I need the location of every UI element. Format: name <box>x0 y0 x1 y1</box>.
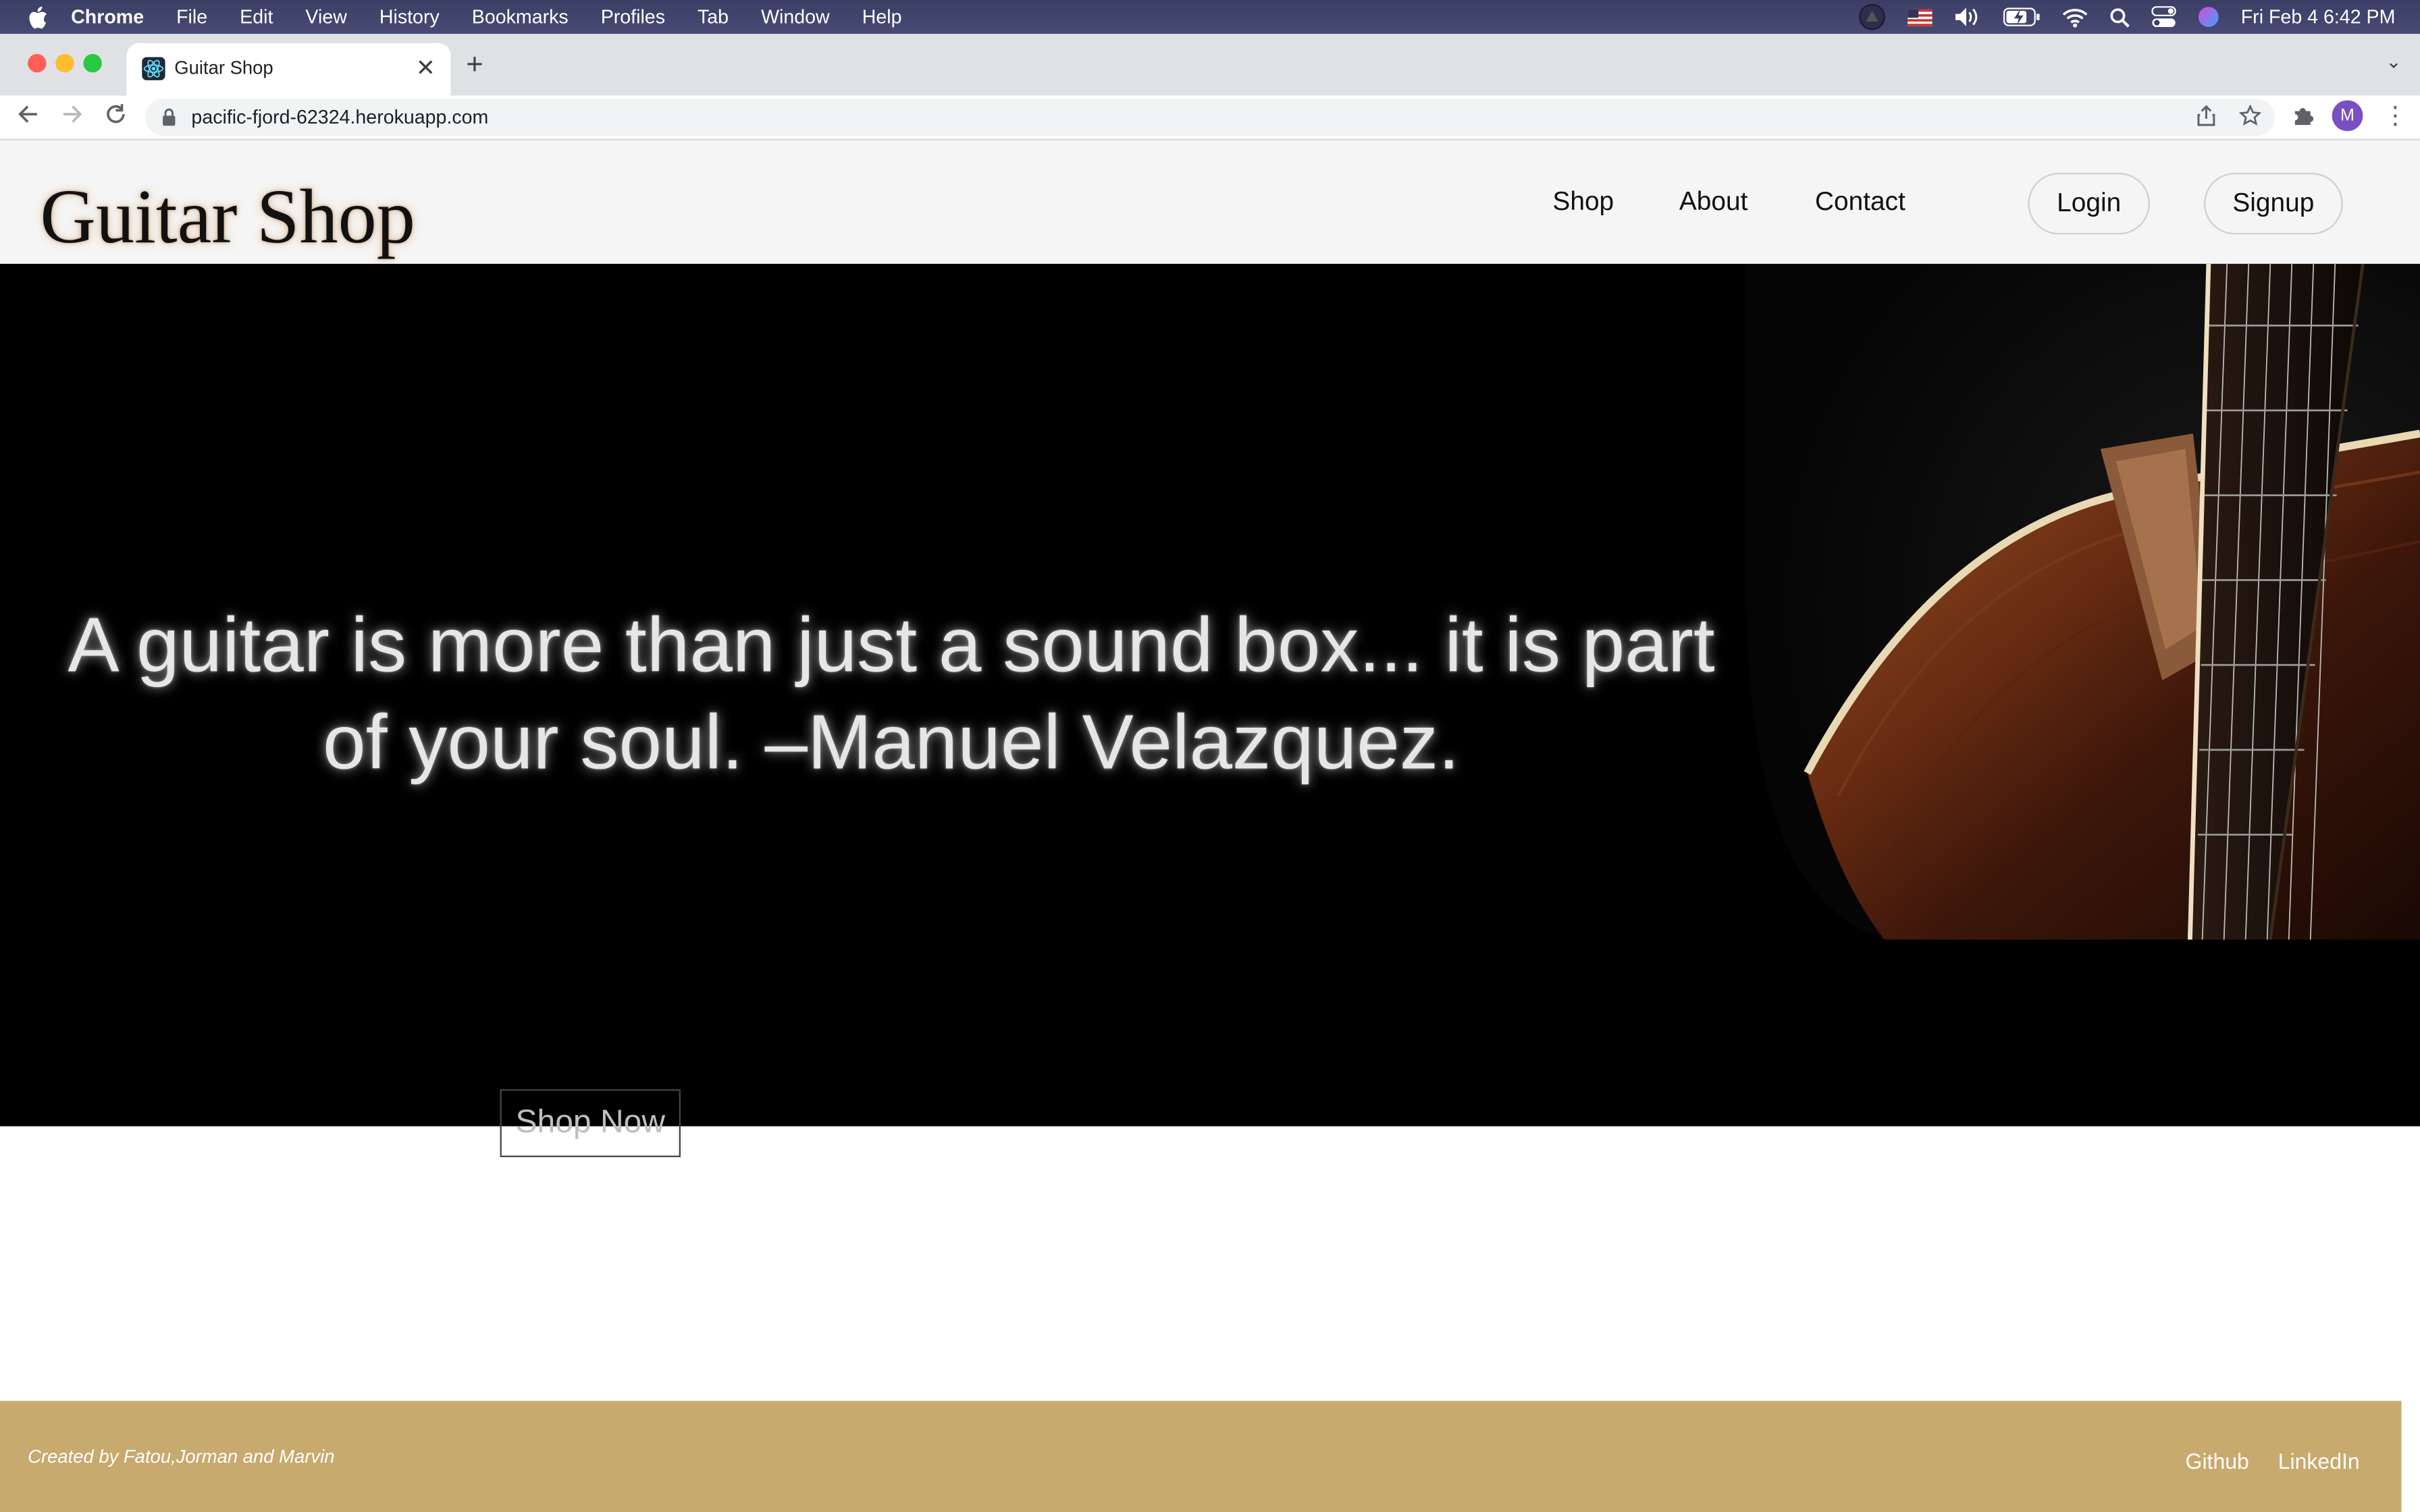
menu-bookmarks[interactable]: Bookmarks <box>472 6 569 28</box>
profile-avatar[interactable]: M <box>2332 100 2363 132</box>
macos-menu-bar: Chrome File Edit View History Bookmarks … <box>0 0 2420 34</box>
menu-tab[interactable]: Tab <box>698 6 729 28</box>
react-favicon-icon <box>142 57 165 80</box>
signup-button[interactable]: Signup <box>2203 172 2343 235</box>
tab-search-chevron-icon[interactable]: ⌄ <box>2386 51 2402 72</box>
menu-history[interactable]: History <box>379 6 440 28</box>
menu-view[interactable]: View <box>305 6 346 28</box>
lock-icon[interactable] <box>162 107 176 134</box>
reload-icon[interactable] <box>105 103 126 131</box>
zoom-window-button[interactable] <box>83 53 102 73</box>
hero-section: A guitar is more than just a sound box..… <box>0 263 2420 1127</box>
status-area: Fri Feb 4 6:42 PM <box>1837 0 2396 34</box>
site-header: Guitar Shop Shop About Contact Login Sig… <box>0 140 2420 264</box>
control-center-icon[interactable] <box>2151 0 2176 34</box>
shop-now-button[interactable]: Shop Now <box>500 1089 681 1158</box>
address-bar[interactable]: pacific-fjord-62324.herokuapp.com <box>144 99 2276 136</box>
battery-icon[interactable] <box>2003 0 2041 34</box>
screen-recording-icon[interactable] <box>1858 0 1886 34</box>
menu-profiles[interactable]: Profiles <box>601 6 665 28</box>
menu-window[interactable]: Window <box>761 6 830 28</box>
chrome-menu-kebab-icon[interactable]: ⋮ <box>2383 101 2408 132</box>
bookmark-star-icon[interactable] <box>2238 104 2262 131</box>
us-flag-icon[interactable] <box>1908 0 1932 34</box>
site-footer: Created by Fatou,Jorman and Marvin Githu… <box>0 1401 2402 1512</box>
guitar-image <box>1745 263 2420 940</box>
menu-help[interactable]: Help <box>862 6 902 28</box>
share-icon[interactable] <box>2197 105 2217 131</box>
new-tab-plus-icon[interactable]: + <box>466 49 483 83</box>
browser-tab[interactable]: Guitar Shop ✕ <box>126 43 451 96</box>
tab-title: Guitar Shop <box>174 57 273 79</box>
apple-icon[interactable] <box>28 5 49 28</box>
page-scrollbar[interactable] <box>2401 1401 2420 1512</box>
minimize-window-button[interactable] <box>55 53 74 73</box>
spotlight-search-icon[interactable] <box>2109 0 2130 34</box>
extensions-puzzle-icon[interactable] <box>2292 105 2314 131</box>
footer-link-linkedin[interactable]: LinkedIn <box>2278 1449 2360 1474</box>
volume-icon[interactable] <box>1954 0 1982 34</box>
browser-toolbar: pacific-fjord-62324.herokuapp.com M ⋮ <box>0 95 2420 140</box>
hero-quote: A guitar is more than just a sound box..… <box>68 601 1715 786</box>
site-logo[interactable]: Guitar Shop <box>40 171 415 261</box>
browser-tab-strip: Guitar Shop ✕ + ⌄ <box>0 34 2420 96</box>
nav-link-shop[interactable]: Shop <box>1552 187 1614 218</box>
siri-icon[interactable] <box>2198 0 2219 34</box>
close-window-button[interactable] <box>28 53 47 73</box>
url-text[interactable]: pacific-fjord-62324.herokuapp.com <box>191 107 488 128</box>
footer-link-github[interactable]: Github <box>2186 1449 2249 1474</box>
forward-arrow-icon[interactable] <box>61 103 83 131</box>
login-button[interactable]: Login <box>2028 172 2150 235</box>
window-controls <box>28 53 111 73</box>
nav-link-contact[interactable]: Contact <box>1815 187 1905 218</box>
wifi-icon[interactable] <box>2062 0 2088 34</box>
footer-credits: Created by Fatou,Jorman and Marvin <box>28 1445 335 1467</box>
menu-chrome[interactable]: Chrome <box>71 6 144 28</box>
back-arrow-icon[interactable] <box>17 103 38 131</box>
menu-file[interactable]: File <box>176 6 207 28</box>
screen: Chrome File Edit View History Bookmarks … <box>0 0 2420 1512</box>
nav-link-about[interactable]: About <box>1679 187 1748 218</box>
close-tab-icon[interactable]: ✕ <box>416 54 436 82</box>
menu-edit[interactable]: Edit <box>240 6 273 28</box>
menubar-clock[interactable]: Fri Feb 4 6:42 PM <box>2241 6 2396 28</box>
